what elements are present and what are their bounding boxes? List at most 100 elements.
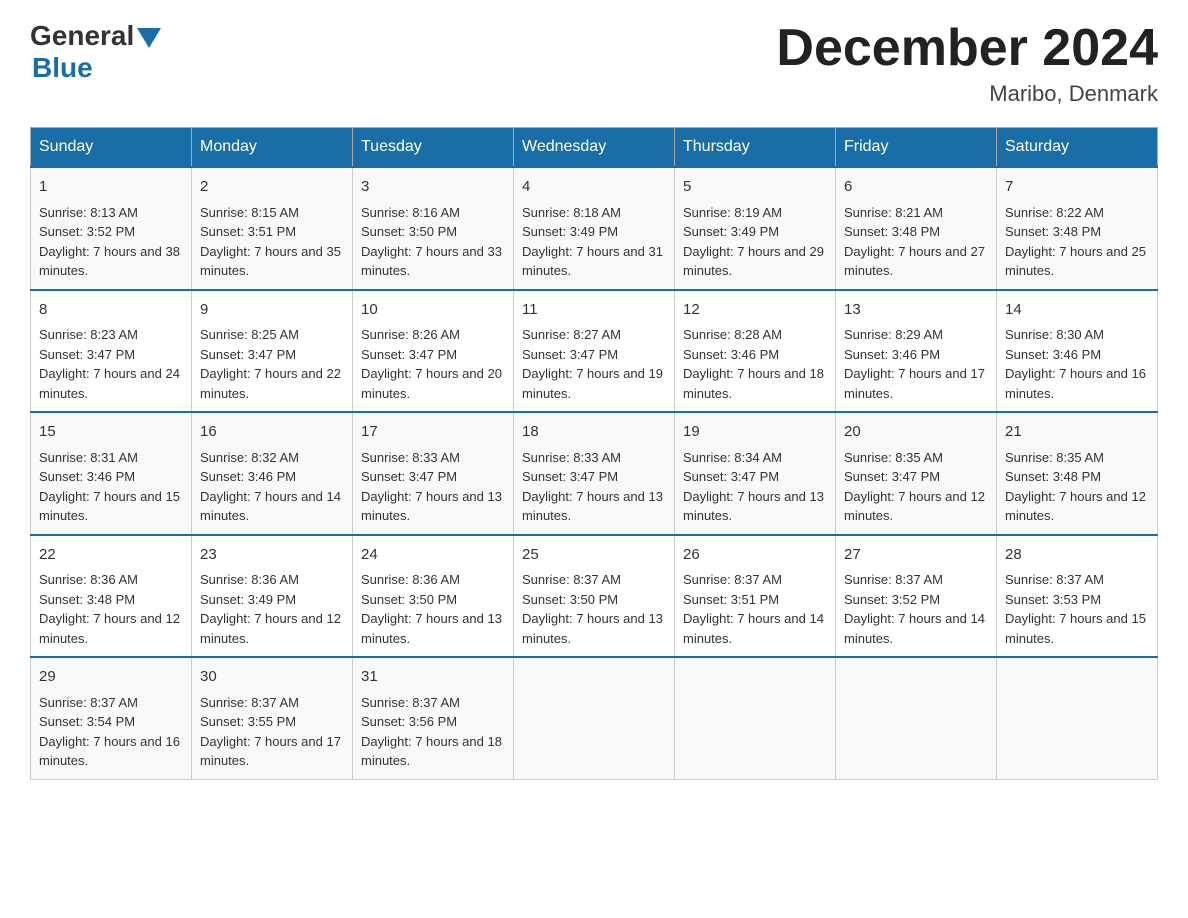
header-friday: Friday [836, 128, 997, 168]
day-number: 24 [361, 544, 505, 567]
day-info: Sunrise: 8:37 AMSunset: 3:50 PMDaylight:… [522, 572, 663, 646]
header-sunday: Sunday [31, 128, 192, 168]
day-number: 25 [522, 544, 666, 567]
day-info: Sunrise: 8:37 AMSunset: 3:52 PMDaylight:… [844, 572, 985, 646]
day-number: 14 [1005, 299, 1149, 322]
day-info: Sunrise: 8:36 AMSunset: 3:48 PMDaylight:… [39, 572, 180, 646]
day-number: 13 [844, 299, 988, 322]
table-row: 5Sunrise: 8:19 AMSunset: 3:49 PMDaylight… [675, 167, 836, 290]
day-number: 30 [200, 666, 344, 689]
day-number: 12 [683, 299, 827, 322]
day-number: 27 [844, 544, 988, 567]
table-row: 7Sunrise: 8:22 AMSunset: 3:48 PMDaylight… [997, 167, 1158, 290]
table-row: 21 Sunrise: 8:35 AMSunset: 3:48 PMDayligh… [997, 412, 1158, 535]
table-row: 13Sunrise: 8:29 AMSunset: 3:46 PMDayligh… [836, 290, 997, 413]
day-info: Sunrise: 8:37 AMSunset: 3:53 PMDaylight:… [1005, 572, 1146, 646]
page-header: General Blue December 2024 Maribo, Denma… [30, 20, 1158, 107]
day-number: 10 [361, 299, 505, 322]
day-number: 9 [200, 299, 344, 322]
table-row: 19 Sunrise: 8:34 AMSunset: 3:47 PMDayligh… [675, 412, 836, 535]
table-row: 14 Sunrise: 8:30 AMSunset: 3:46 PMDayligh… [997, 290, 1158, 413]
table-row: 8 Sunrise: 8:23 AMSunset: 3:47 PMDaylight… [31, 290, 192, 413]
calendar-week-row: 1 Sunrise: 8:13 AMSunset: 3:52 PMDaylight… [31, 167, 1158, 290]
day-info: Sunrise: 8:28 AMSunset: 3:46 PMDaylight:… [683, 327, 824, 401]
day-info: Sunrise: 8:22 AMSunset: 3:48 PMDaylight:… [1005, 205, 1146, 279]
header-monday: Monday [192, 128, 353, 168]
table-row: 27 Sunrise: 8:37 AMSunset: 3:52 PMDayligh… [836, 535, 997, 658]
table-row: 23 Sunrise: 8:36 AMSunset: 3:49 PMDayligh… [192, 535, 353, 658]
table-row [997, 657, 1158, 779]
day-number: 19 [683, 421, 827, 444]
title-section: December 2024 Maribo, Denmark [776, 20, 1158, 107]
table-row: 26 Sunrise: 8:37 AMSunset: 3:51 PMDayligh… [675, 535, 836, 658]
header-saturday: Saturday [997, 128, 1158, 168]
day-number: 11 [522, 299, 666, 322]
logo-blue-text: Blue [32, 52, 93, 84]
day-info: Sunrise: 8:35 AMSunset: 3:47 PMDaylight:… [844, 450, 985, 524]
calendar-week-row: 22Sunrise: 8:36 AMSunset: 3:48 PMDayligh… [31, 535, 1158, 658]
table-row: 15Sunrise: 8:31 AMSunset: 3:46 PMDayligh… [31, 412, 192, 535]
header-tuesday: Tuesday [353, 128, 514, 168]
month-title: December 2024 [776, 20, 1158, 77]
day-number: 26 [683, 544, 827, 567]
table-row: 31 Sunrise: 8:37 AMSunset: 3:56 PMDayligh… [353, 657, 514, 779]
day-info: Sunrise: 8:33 AMSunset: 3:47 PMDaylight:… [522, 450, 663, 524]
table-row: 20 Sunrise: 8:35 AMSunset: 3:47 PMDayligh… [836, 412, 997, 535]
location: Maribo, Denmark [776, 81, 1158, 107]
logo: General Blue [30, 20, 164, 84]
table-row: 1 Sunrise: 8:13 AMSunset: 3:52 PMDaylight… [31, 167, 192, 290]
day-info: Sunrise: 8:37 AMSunset: 3:54 PMDaylight:… [39, 695, 180, 769]
table-row: 3 Sunrise: 8:16 AMSunset: 3:50 PMDaylight… [353, 167, 514, 290]
table-row: 29 Sunrise: 8:37 AMSunset: 3:54 PMDayligh… [31, 657, 192, 779]
day-info: Sunrise: 8:13 AMSunset: 3:52 PMDaylight:… [39, 205, 180, 279]
day-number: 2 [200, 176, 344, 199]
day-info: Sunrise: 8:18 AMSunset: 3:49 PMDaylight:… [522, 205, 663, 279]
day-info: Sunrise: 8:36 AMSunset: 3:49 PMDaylight:… [200, 572, 341, 646]
day-info: Sunrise: 8:37 AMSunset: 3:55 PMDaylight:… [200, 695, 341, 769]
day-number: 21 [1005, 421, 1149, 444]
table-row: 2Sunrise: 8:15 AMSunset: 3:51 PMDaylight… [192, 167, 353, 290]
table-row: 28Sunrise: 8:37 AMSunset: 3:53 PMDayligh… [997, 535, 1158, 658]
day-info: Sunrise: 8:26 AMSunset: 3:47 PMDaylight:… [361, 327, 502, 401]
day-info: Sunrise: 8:30 AMSunset: 3:46 PMDaylight:… [1005, 327, 1146, 401]
day-number: 16 [200, 421, 344, 444]
day-info: Sunrise: 8:19 AMSunset: 3:49 PMDaylight:… [683, 205, 824, 279]
header-thursday: Thursday [675, 128, 836, 168]
day-number: 1 [39, 176, 183, 199]
table-row: 18 Sunrise: 8:33 AMSunset: 3:47 PMDayligh… [514, 412, 675, 535]
day-info: Sunrise: 8:37 AMSunset: 3:56 PMDaylight:… [361, 695, 502, 769]
day-info: Sunrise: 8:36 AMSunset: 3:50 PMDaylight:… [361, 572, 502, 646]
table-row: 24 Sunrise: 8:36 AMSunset: 3:50 PMDayligh… [353, 535, 514, 658]
table-row: 4Sunrise: 8:18 AMSunset: 3:49 PMDaylight… [514, 167, 675, 290]
day-number: 17 [361, 421, 505, 444]
day-info: Sunrise: 8:35 AMSunset: 3:48 PMDaylight:… [1005, 450, 1146, 524]
day-info: Sunrise: 8:16 AMSunset: 3:50 PMDaylight:… [361, 205, 502, 279]
day-number: 15 [39, 421, 183, 444]
table-row [675, 657, 836, 779]
day-number: 8 [39, 299, 183, 322]
table-row: 25 Sunrise: 8:37 AMSunset: 3:50 PMDayligh… [514, 535, 675, 658]
logo-triangle-icon [137, 28, 161, 48]
table-row: 16Sunrise: 8:32 AMSunset: 3:46 PMDayligh… [192, 412, 353, 535]
day-number: 20 [844, 421, 988, 444]
table-row: 6Sunrise: 8:21 AMSunset: 3:48 PMDaylight… [836, 167, 997, 290]
table-row [514, 657, 675, 779]
calendar-table: Sunday Monday Tuesday Wednesday Thursday… [30, 127, 1158, 780]
day-number: 23 [200, 544, 344, 567]
day-info: Sunrise: 8:21 AMSunset: 3:48 PMDaylight:… [844, 205, 985, 279]
day-info: Sunrise: 8:27 AMSunset: 3:47 PMDaylight:… [522, 327, 663, 401]
day-number: 18 [522, 421, 666, 444]
table-row: 17Sunrise: 8:33 AMSunset: 3:47 PMDayligh… [353, 412, 514, 535]
header-wednesday: Wednesday [514, 128, 675, 168]
calendar-week-row: 29 Sunrise: 8:37 AMSunset: 3:54 PMDayligh… [31, 657, 1158, 779]
day-info: Sunrise: 8:23 AMSunset: 3:47 PMDaylight:… [39, 327, 180, 401]
table-row: 30 Sunrise: 8:37 AMSunset: 3:55 PMDayligh… [192, 657, 353, 779]
day-number: 29 [39, 666, 183, 689]
day-info: Sunrise: 8:34 AMSunset: 3:47 PMDaylight:… [683, 450, 824, 524]
day-number: 3 [361, 176, 505, 199]
table-row: 9Sunrise: 8:25 AMSunset: 3:47 PMDaylight… [192, 290, 353, 413]
calendar-header-row: Sunday Monday Tuesday Wednesday Thursday… [31, 128, 1158, 168]
table-row: 11 Sunrise: 8:27 AMSunset: 3:47 PMDayligh… [514, 290, 675, 413]
day-number: 31 [361, 666, 505, 689]
day-info: Sunrise: 8:37 AMSunset: 3:51 PMDaylight:… [683, 572, 824, 646]
